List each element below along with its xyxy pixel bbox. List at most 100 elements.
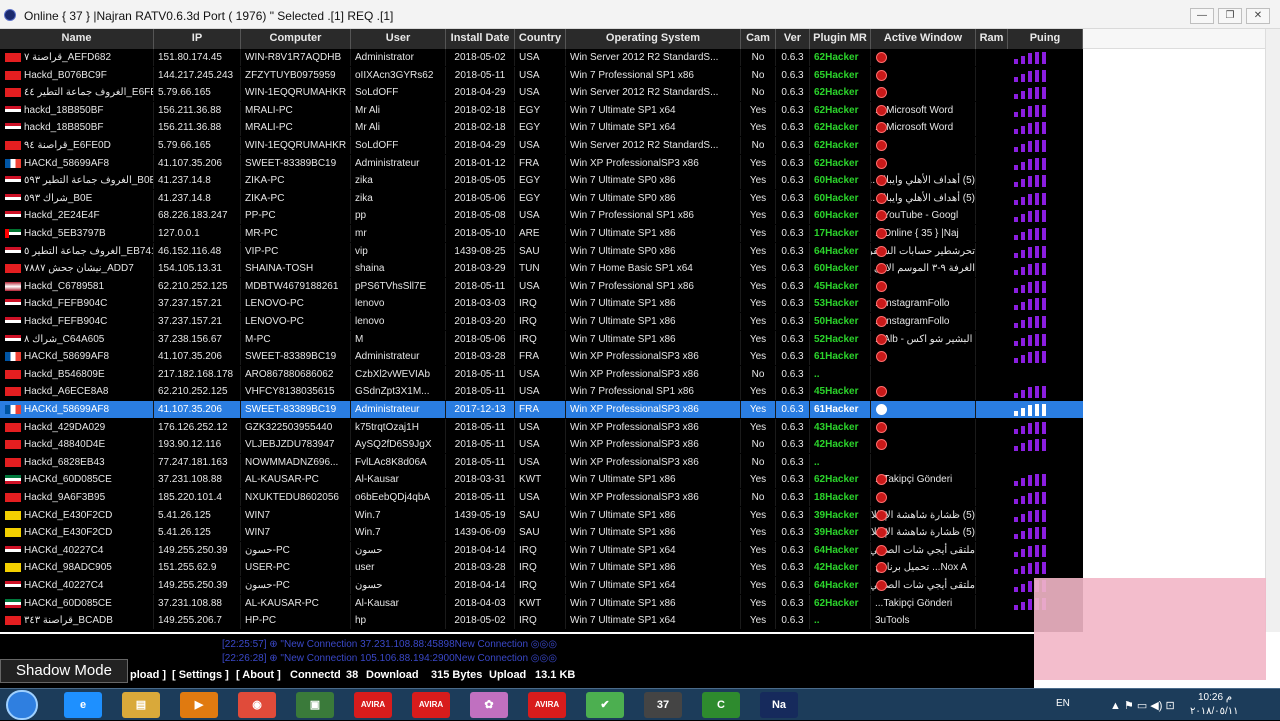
app-icon[interactable]: ✔ — [586, 692, 624, 718]
cell-plugin: 53Hacker — [810, 295, 871, 313]
table-row[interactable]: Hackd_C6789581 62.210.252.125 MDBTW4679188… — [0, 277, 1083, 295]
cell-os: Win 7 Ultimate SP1 x64 — [566, 541, 741, 559]
clock-time[interactable]: 10:26 م — [1198, 692, 1232, 703]
cell-user: pp — [351, 207, 446, 225]
start-button[interactable] — [6, 690, 38, 720]
event-log: [22:25:57] ⊕ "New Connection 37.231.108.… — [0, 634, 1034, 666]
column-header-country[interactable]: Country — [515, 29, 566, 49]
table-row[interactable]: قراصنة ٧_AEFD682 151.80.174.45 WIN-R8V1R7A… — [0, 49, 1083, 66]
country-flag-icon — [5, 545, 21, 555]
table-row[interactable]: HACKd_60D085CE 37.231.108.88 AL-KAUSAR-PC A… — [0, 471, 1083, 489]
vertical-scrollbar[interactable] — [1265, 29, 1280, 632]
cell-computer: HP-PC — [241, 612, 351, 630]
app-icon[interactable]: C — [702, 692, 740, 718]
column-header-plugin[interactable]: Plugin MR — [810, 29, 871, 49]
settings-tab[interactable]: [ Settings ] — [172, 669, 229, 681]
table-row[interactable]: HACKd_58699AF8 41.107.35.206 SWEET-83389BC… — [0, 401, 1083, 418]
table-row[interactable]: HACKd_E430F2CD 5.41.26.125 WIN7 Win.7 1439-0… — [0, 506, 1083, 524]
column-header-install[interactable]: Install Date — [446, 29, 515, 49]
column-header-user[interactable]: User — [351, 29, 446, 49]
cell-ip: 41.237.14.8 — [154, 189, 241, 207]
column-header-ver[interactable]: Ver — [776, 29, 810, 49]
table-row[interactable]: Hackd_2E24E4F 68.226.183.247 PP-PC pp 2018-0… — [0, 207, 1083, 225]
avira-icon[interactable]: AVIRA — [412, 692, 450, 718]
upload-tab[interactable]: pload ] — [130, 669, 166, 681]
app-icon[interactable]: ▣ — [296, 692, 334, 718]
avira-icon[interactable]: AVIRA — [528, 692, 566, 718]
app-icon[interactable]: 37 — [644, 692, 682, 718]
column-header-cam[interactable]: Cam — [741, 29, 776, 49]
cell-computer: USER-PC — [241, 559, 351, 577]
table-row[interactable]: HACKd_98ADC905 151.255.62.9 USER-PC user 201… — [0, 559, 1083, 577]
cell-country: IRQ — [515, 295, 566, 313]
language-indicator[interactable]: EN — [1056, 698, 1070, 709]
table-row[interactable]: الغروف جماعة التطير ٥٩٣_B0E 41.237.14.8 ZI… — [0, 172, 1083, 190]
cell-name: نيشان جحش ٧٨٨٧_ADD7 — [20, 260, 154, 278]
table-row[interactable]: Hackd_5EB3797B 127.0.0.1 MR-PC mr 2018-05-10… — [0, 225, 1083, 242]
table-row[interactable]: Hackd_48840D4E 193.90.12.116 VLJEBJZDU7839… — [0, 436, 1083, 454]
status-dot-icon — [876, 316, 887, 327]
table-row[interactable]: HACKd_58699AF8 41.107.35.206 SWEET-83389BC… — [0, 348, 1083, 366]
cell-computer: ARO867880686062 — [241, 365, 351, 383]
column-header-name[interactable]: Name — [0, 29, 154, 49]
shadow-mode-button[interactable]: Shadow Mode — [0, 659, 128, 683]
table-row[interactable]: Hackd_B076BC9F 144.217.245.243 ZFZYTUYB097… — [0, 66, 1083, 84]
table-row[interactable]: HACKd_60D085CE 37.231.108.88 AL-KAUSAR-PC A… — [0, 594, 1083, 612]
title-bar[interactable]: Online { 37 } |Najran RATV0.6.3d Port ( … — [0, 0, 1280, 29]
explorer-icon[interactable]: ▤ — [122, 692, 160, 718]
table-row[interactable]: نيشان جحش ٧٨٨٧_ADD7 154.105.13.31 SHAINA-T… — [0, 260, 1083, 278]
table-row[interactable]: Hackd_9A6F3B95 185.220.101.4 NXUKTEDU86020… — [0, 489, 1083, 506]
avira-icon[interactable]: AVIRA — [354, 692, 392, 718]
column-header-ram[interactable]: Ram — [976, 29, 1008, 49]
cell-plugin: 60Hacker — [810, 189, 871, 207]
clients-table[interactable]: Name IP Computer User Install Date Country Ope… — [0, 29, 1083, 632]
column-header-os[interactable]: Operating System — [566, 29, 741, 49]
najran-icon[interactable]: Na — [760, 692, 798, 718]
table-row[interactable]: Hackd_FEFB904C 37.237.157.21 LENOVO-PC leno… — [0, 313, 1083, 330]
ping-bars-icon — [1014, 157, 1054, 170]
chrome-icon[interactable]: ◉ — [238, 692, 276, 718]
ping-bars-icon — [1014, 87, 1054, 100]
about-tab[interactable]: [ About ] — [236, 669, 281, 681]
cell-plugin: 62Hacker — [810, 471, 871, 489]
cell-cam: Yes — [741, 277, 776, 295]
cell-ver: 0.6.3 — [776, 330, 810, 348]
cell-activewin: 3uTools — [871, 612, 976, 630]
table-row[interactable]: HACKd_40227C4 149.255.250.39 حسون-PC حسون 20… — [0, 541, 1083, 559]
country-flag-icon — [5, 123, 21, 133]
table-row[interactable]: قراصنة ٩٤_E6FE0D 5.79.66.165 WIN-1EQQRUMAH… — [0, 137, 1083, 154]
close-button[interactable]: ✕ — [1246, 8, 1270, 24]
table-row[interactable]: Hackd_6828EB43 77.247.181.163 NOWMMADNZ696… — [0, 453, 1083, 471]
table-row[interactable]: Hackd_B546809E 217.182.168.178 ARO86788068… — [0, 365, 1083, 383]
column-header-computer[interactable]: Computer — [241, 29, 351, 49]
tray-icons[interactable]: ▲ ⚑ ▭ ◀) ⊡ — [1110, 699, 1175, 712]
table-row[interactable]: Hackd_429DA029 176.126.252.12 GZK322503955… — [0, 418, 1083, 436]
column-header-ip[interactable]: IP — [154, 29, 241, 49]
minimize-button[interactable]: — — [1190, 8, 1214, 24]
table-row[interactable]: HACKd_40227C4 149.255.250.39 حسون-PC حسون 20… — [0, 577, 1083, 594]
table-row[interactable]: الغروف جماعة التطير ٥_EB741...46.152.116… — [0, 242, 1083, 260]
clock-date[interactable]: ٢٠١٨/٠٥/١١ — [1190, 706, 1239, 717]
table-row[interactable]: شراك ٨_C64A605 37.238.156.67 M-PC M 2018-05-… — [0, 330, 1083, 348]
ie-icon[interactable]: e — [64, 692, 102, 718]
table-row[interactable]: HACKd_E430F2CD 5.41.26.125 WIN7 Win.7 1439-0… — [0, 524, 1083, 542]
cell-computer: M-PC — [241, 330, 351, 348]
table-row[interactable]: قراصنة ٣٤٣_BCADB 149.255.206.7 HP-PC hp 2018… — [0, 612, 1083, 630]
media-player-icon[interactable]: ▶ — [180, 692, 218, 718]
table-row[interactable]: Hackd_FEFB904C 37.237.157.21 LENOVO-PC leno… — [0, 295, 1083, 313]
table-row[interactable]: Hackd_A6ECE8A8 62.210.252.125 VHFCY8138035… — [0, 383, 1083, 401]
app-icon[interactable]: ✿ — [470, 692, 508, 718]
country-flag-icon — [5, 88, 21, 98]
table-row[interactable]: شراك ٥٩٣_B0E 41.237.14.8 ZIKA-PC zika 2018-0… — [0, 189, 1083, 207]
column-header-activewin[interactable]: Active Window — [871, 29, 976, 49]
column-header-ping[interactable]: Puing — [1008, 29, 1083, 49]
table-row[interactable]: hackd_18B850BF 156.211.36.88 MRALI-PC Mr Al… — [0, 101, 1083, 119]
table-row[interactable]: الغروف جماعة التطير ٤٤_E6FE0D5.79.66.165… — [0, 84, 1083, 102]
table-row[interactable]: HACKd_58699AF8 41.107.35.206 SWEET-83389BC… — [0, 154, 1083, 172]
cell-ver: 0.6.3 — [776, 506, 810, 524]
ping-bars-icon — [1014, 245, 1054, 258]
country-flag-icon — [5, 211, 21, 221]
cell-os: Win XP ProfessionalSP3 x86 — [566, 453, 741, 471]
table-row[interactable]: hackd_18B850BF 156.211.36.88 MRALI-PC Mr Al… — [0, 119, 1083, 137]
maximize-button[interactable]: ❐ — [1218, 8, 1242, 24]
